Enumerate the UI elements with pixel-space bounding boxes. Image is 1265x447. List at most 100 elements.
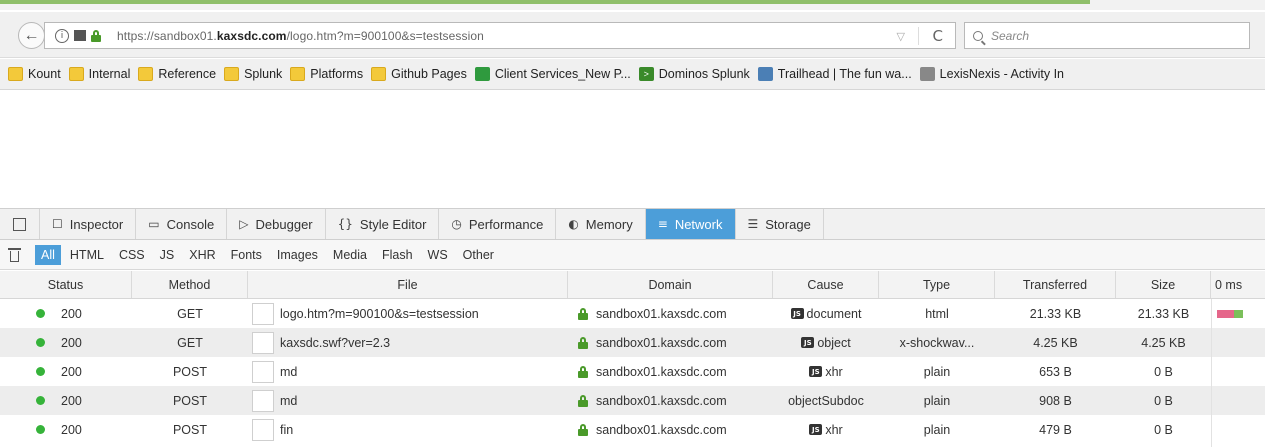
status-cell: 200 [36, 415, 132, 444]
table-row[interactable]: 200 GET kaxsdc.swf?ver=2.3 sandbox01.kaxsdc… [0, 328, 1265, 357]
bookmark-item[interactable]: Splunk [224, 67, 282, 81]
tab-label: Style Editor [359, 216, 427, 232]
status-cell: 200 [36, 386, 132, 415]
tab-memory[interactable]: ◐ Memory [556, 209, 646, 239]
bookmark-label: LexisNexis - Activity In [939, 67, 1065, 81]
lock-icon [578, 423, 588, 436]
lock-icon [578, 365, 588, 378]
file-name: fin [280, 422, 294, 437]
table-row[interactable]: 200 POST md sandbox01.kaxsdc.com JS xhr plain 6… [0, 357, 1265, 386]
filter-ws[interactable]: WS [422, 245, 454, 265]
column-header-file[interactable]: File [248, 271, 568, 298]
file-name: md [280, 364, 298, 379]
bookmark-item[interactable]: Client Services_New P... [474, 67, 631, 81]
tab-performance[interactable]: ◷ Performance [439, 209, 557, 239]
bookmark-item[interactable]: Trailhead | The fun wa... [757, 67, 912, 81]
column-header-type[interactable]: Type [879, 271, 995, 298]
file-name: logo.htm?m=900100&s=testsession [280, 306, 479, 321]
cause-text: objectSubdoc [788, 393, 864, 408]
tab-console[interactable]: ▭ Console [136, 209, 228, 239]
style-editor-icon: {} [337, 217, 353, 231]
filter-html[interactable]: HTML [64, 245, 110, 265]
history-dropdown-icon[interactable]: ▽ [897, 30, 905, 43]
filter-xhr[interactable]: XHR [183, 245, 221, 265]
domain-cell: sandbox01.kaxsdc.com [578, 357, 773, 386]
inspector-icon: ☐ [52, 217, 63, 231]
method-cell: GET [177, 306, 203, 321]
bookmark-item[interactable]: Platforms [290, 67, 363, 81]
search-input[interactable]: Search [964, 22, 1250, 49]
site-info-icon[interactable]: i [55, 28, 69, 43]
column-header-method[interactable]: Method [132, 271, 248, 298]
method-cell: GET [177, 335, 203, 350]
table-row[interactable]: 200 GET logo.htm?m=900100&s=testsession san… [0, 299, 1265, 328]
bookmark-item[interactable]: Reference [138, 67, 216, 81]
cause-text: document [806, 306, 862, 321]
tab-label: Storage [765, 216, 811, 232]
tab-style-editor[interactable]: {} Style Editor [326, 209, 440, 239]
filter-js[interactable]: JS [154, 245, 181, 265]
filter-images[interactable]: Images [271, 245, 324, 265]
element-picker-icon [13, 217, 26, 231]
waterfall-bar [1217, 309, 1243, 318]
lock-icon [578, 336, 588, 349]
status-code: 200 [61, 364, 82, 379]
status-code: 200 [61, 335, 82, 350]
tab-debugger[interactable]: ▷ Debugger [227, 209, 326, 239]
network-table-header: Status Method File Domain Cause Type Tra… [0, 271, 1265, 299]
size-cell: 4.25 KB [1141, 335, 1186, 350]
column-header-domain[interactable]: Domain [568, 271, 773, 298]
filter-all[interactable]: All [35, 244, 61, 265]
filter-css[interactable]: CSS [113, 245, 151, 265]
transferred-cell: 21.33 KB [1029, 306, 1082, 321]
bookmark-item[interactable]: Kount [8, 67, 61, 81]
back-button[interactable]: ← [18, 22, 45, 49]
filter-flash[interactable]: Flash [376, 245, 419, 265]
type-cell: plain [923, 393, 951, 408]
bookmark-item[interactable]: Internal [68, 67, 131, 81]
domain-cell: sandbox01.kaxsdc.com [578, 299, 773, 328]
bookmark-label: Kount [28, 67, 61, 81]
column-header-size[interactable]: Size [1116, 271, 1211, 298]
tab-network[interactable]: ≡ Network [645, 209, 736, 239]
column-header-waterfall[interactable]: 0 ms [1215, 271, 1265, 298]
domain-name: sandbox01.kaxsdc.com [596, 393, 727, 408]
bookmark-item[interactable]: LexisNexis - Activity In [919, 67, 1065, 81]
performance-icon: ◷ [451, 217, 462, 231]
url-text[interactable]: https://sandbox01.kaxsdc.com/logo.htm?m=… [117, 29, 484, 43]
clear-trash-icon[interactable] [8, 247, 21, 262]
reload-icon[interactable]: C [933, 27, 943, 45]
filter-fonts[interactable]: Fonts [225, 245, 268, 265]
transferred-cell: 479 B [1039, 422, 1072, 437]
size-cell: 0 B [1154, 393, 1173, 408]
table-row[interactable]: 200 POST fin sandbox01.kaxsdc.com JS xhr plain… [0, 415, 1265, 444]
bookmark-label: Internal [88, 67, 131, 81]
filter-other[interactable]: Other [457, 245, 500, 265]
table-row[interactable]: 200 POST md sandbox01.kaxsdc.com objectSubdo… [0, 386, 1265, 415]
status-dot-icon [36, 309, 45, 318]
file-cell: md [252, 357, 568, 386]
domain-cell: sandbox01.kaxsdc.com [578, 415, 773, 444]
column-header-status[interactable]: Status [0, 271, 132, 298]
address-bar[interactable]: i https://sandbox01.kaxsdc.com/logo.htm?… [44, 22, 956, 49]
element-picker-button[interactable] [0, 209, 40, 239]
size-cell: 0 B [1154, 422, 1173, 437]
bookmark-item[interactable]: Github Pages [371, 67, 467, 81]
cause-cell: JS xhr [773, 357, 879, 386]
window-top-strip [0, 0, 1265, 10]
column-header-transferred[interactable]: Transferred [995, 271, 1116, 298]
plugin-icon[interactable] [74, 30, 86, 41]
lock-icon[interactable] [91, 29, 101, 42]
bookmark-label: Reference [158, 67, 217, 81]
column-header-cause[interactable]: Cause [773, 271, 879, 298]
tab-storage[interactable]: ☰ Storage [736, 209, 824, 239]
dominos-icon: > [638, 67, 654, 81]
trail-icon [757, 67, 773, 81]
size-cell: 21.33 KB [1137, 306, 1190, 321]
bookmark-item[interactable]: > Dominos Splunk [638, 67, 750, 81]
lock-icon [578, 307, 588, 320]
status-dot-icon [36, 396, 45, 405]
tab-inspector[interactable]: ☐ Inspector [40, 209, 137, 239]
status-cell: 200 [36, 357, 132, 386]
filter-media[interactable]: Media [327, 245, 373, 265]
